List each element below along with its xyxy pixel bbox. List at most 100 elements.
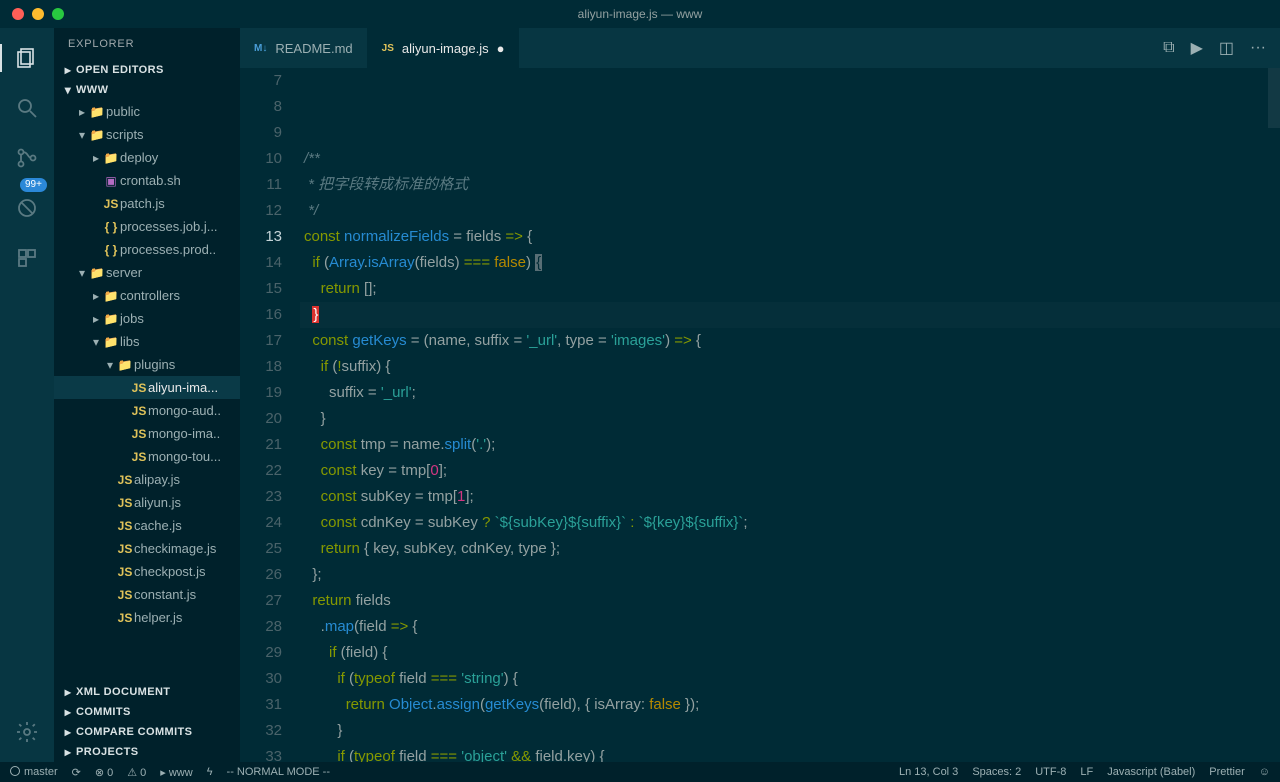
language-mode[interactable]: Javascript (Babel) <box>1107 766 1195 778</box>
explorer-tab-icon[interactable] <box>13 44 41 72</box>
tree-node[interactable]: { }processes.job.j... <box>54 215 240 238</box>
code-line[interactable]: const cdnKey = subKey ? `${subKey}${suff… <box>300 510 1280 536</box>
code-line[interactable]: } <box>300 718 1280 744</box>
tree-node[interactable]: ▸📁controllers <box>54 284 240 307</box>
tree-node-label: plugins <box>134 357 175 372</box>
section-open-editors[interactable]: ▸OPEN EDITORS <box>54 60 240 80</box>
md-file-icon: M↓ <box>254 43 267 54</box>
code-line[interactable]: } <box>300 302 1280 328</box>
js-icon: JS <box>130 427 148 441</box>
fold-icon: 📁 <box>88 105 106 119</box>
code-line[interactable]: */ <box>300 198 1280 224</box>
compare-changes-icon[interactable]: ⧉ <box>1163 39 1174 57</box>
encoding[interactable]: UTF-8 <box>1035 766 1066 778</box>
tree-node[interactable]: ▸📁public <box>54 100 240 123</box>
scrollbar-thumb[interactable] <box>1268 68 1280 128</box>
code-line[interactable]: const tmp = name.split('.'); <box>300 432 1280 458</box>
debug-tab-icon[interactable] <box>13 194 41 222</box>
code-line[interactable]: if (field) { <box>300 640 1280 666</box>
tree-node[interactable]: ▸📁deploy <box>54 146 240 169</box>
tree-node[interactable]: JSaliyun.js <box>54 491 240 514</box>
tree-node[interactable]: JSpatch.js <box>54 192 240 215</box>
tree-node[interactable]: ▣crontab.sh <box>54 169 240 192</box>
tree-node[interactable]: JShelper.js <box>54 606 240 629</box>
indent-setting[interactable]: Spaces: 2 <box>972 766 1021 778</box>
tree-node[interactable]: ▾📁libs <box>54 330 240 353</box>
more-actions-icon[interactable]: ··· <box>1250 39 1266 57</box>
prettier-status[interactable]: Prettier <box>1209 766 1244 778</box>
section-projects[interactable]: ▸PROJECTS <box>54 742 240 762</box>
js-icon: JS <box>116 611 134 625</box>
problems-errors[interactable]: ⊗ 0 <box>95 766 113 779</box>
split-editor-icon[interactable]: ◫ <box>1219 38 1234 58</box>
code-line[interactable]: * 把字段转成标准的格式 <box>300 172 1280 198</box>
git-branch[interactable]: master <box>10 766 58 778</box>
code-line[interactable]: const key = tmp[0]; <box>300 458 1280 484</box>
section-xml[interactable]: ▸XML DOCUMENT <box>54 682 240 702</box>
tree-node[interactable]: JSmongo-tou... <box>54 445 240 468</box>
js-icon: JS <box>130 404 148 418</box>
js-icon: JS <box>130 450 148 464</box>
tree-node[interactable]: JSconstant.js <box>54 583 240 606</box>
scm-badge: 99+ <box>20 178 47 192</box>
tree-node[interactable]: JSmongo-aud.. <box>54 399 240 422</box>
scm-tab-icon[interactable] <box>13 144 41 172</box>
editor-tab[interactable]: JSaliyun-image.js● <box>368 28 520 68</box>
status-action-icon[interactable]: ϟ <box>207 766 213 778</box>
code-line[interactable]: if (!suffix) { <box>300 354 1280 380</box>
problems-warnings[interactable]: ⚠ 0 <box>127 766 146 779</box>
code-line[interactable]: const getKeys = (name, suffix = '_url', … <box>300 328 1280 354</box>
run-icon[interactable]: ▶ <box>1191 38 1203 58</box>
git-sync-icon[interactable]: ⟳ <box>72 766 81 779</box>
tree-node[interactable]: ▸📁jobs <box>54 307 240 330</box>
code-lines[interactable]: /** * 把字段转成标准的格式 */const normalizeFields… <box>300 68 1280 762</box>
cursor-position[interactable]: Ln 13, Col 3 <box>899 766 958 778</box>
titlebar: aliyun-image.js — www <box>0 0 1280 28</box>
status-folder[interactable]: ▸ www <box>160 766 192 779</box>
code-line[interactable]: return []; <box>300 276 1280 302</box>
tree-node[interactable]: JSmongo-ima.. <box>54 422 240 445</box>
code-line[interactable]: /** <box>300 146 1280 172</box>
code-line[interactable]: } <box>300 406 1280 432</box>
tree-node-label: mongo-tou... <box>148 449 221 464</box>
feedback-icon[interactable]: ☺ <box>1259 766 1270 778</box>
tree-node[interactable]: JScheckimage.js <box>54 537 240 560</box>
code-line[interactable]: suffix = '_url'; <box>300 380 1280 406</box>
code-line[interactable]: return fields <box>300 588 1280 614</box>
code-editor[interactable]: 7891011121314151617181920212223242526272… <box>240 68 1280 762</box>
tree-node[interactable]: ▾📁scripts <box>54 123 240 146</box>
editor-tab[interactable]: M↓README.md <box>240 28 368 68</box>
code-line[interactable]: return { key, subKey, cdnKey, type }; <box>300 536 1280 562</box>
tree-node[interactable]: JSaliyun-ima... <box>54 376 240 399</box>
settings-gear-icon[interactable] <box>13 718 41 746</box>
code-line[interactable]: if (Array.isArray(fields) === false) { <box>300 250 1280 276</box>
search-tab-icon[interactable] <box>13 94 41 122</box>
fold-icon: 📁 <box>102 151 120 165</box>
tree-node-label: libs <box>120 334 140 349</box>
section-www[interactable]: ▾WWW <box>54 80 240 100</box>
tree-node[interactable]: JScache.js <box>54 514 240 537</box>
tree-node[interactable]: ▾📁server <box>54 261 240 284</box>
code-line[interactable]: const subKey = tmp[1]; <box>300 484 1280 510</box>
section-commits[interactable]: ▸COMMITS <box>54 702 240 722</box>
dirty-indicator-icon[interactable]: ● <box>497 41 505 56</box>
tree-node[interactable]: { }processes.prod.. <box>54 238 240 261</box>
code-line[interactable]: .map(field => { <box>300 614 1280 640</box>
section-compare[interactable]: ▸COMPARE COMMITS <box>54 722 240 742</box>
tree-node[interactable]: ▾📁plugins <box>54 353 240 376</box>
twisty-icon: ▸ <box>90 151 102 165</box>
code-line[interactable]: const normalizeFields = fields => { <box>300 224 1280 250</box>
tree-node-label: aliyun-ima... <box>148 380 218 395</box>
code-line[interactable]: }; <box>300 562 1280 588</box>
code-line[interactable]: if (typeof field === 'object' && field.k… <box>300 744 1280 762</box>
twisty-icon: ▾ <box>90 335 102 349</box>
eol[interactable]: LF <box>1080 766 1093 778</box>
tree-node[interactable]: JScheckpost.js <box>54 560 240 583</box>
extensions-tab-icon[interactable] <box>13 244 41 272</box>
code-line[interactable]: if (typeof field === 'string') { <box>300 666 1280 692</box>
js-icon: JS <box>116 565 134 579</box>
tree-node[interactable]: JSalipay.js <box>54 468 240 491</box>
fold-icon: 📁 <box>116 358 134 372</box>
fold-icon: 📁 <box>88 266 106 280</box>
code-line[interactable]: return Object.assign(getKeys(field), { i… <box>300 692 1280 718</box>
